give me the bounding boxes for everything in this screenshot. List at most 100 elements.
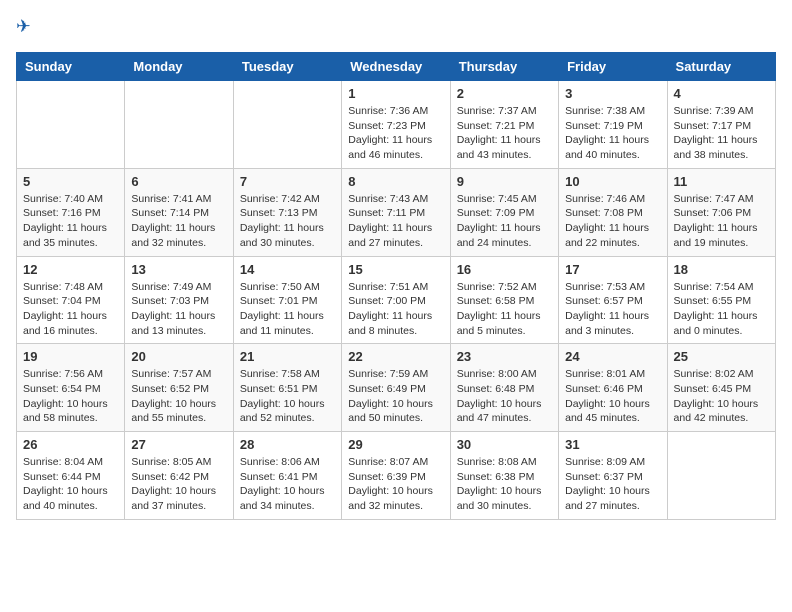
calendar-cell (667, 432, 775, 520)
calendar-cell: 17Sunrise: 7:53 AM Sunset: 6:57 PM Dayli… (559, 256, 667, 344)
calendar-cell: 6 Sunrise: 7:41 AM Sunset: 7:14 PM Daylig… (125, 168, 233, 256)
calendar-cell: 23 Sunrise: 8:00 AM Sunset: 6:48 PM Dayli… (450, 344, 558, 432)
calendar-cell: 2 Sunrise: 7:37 AM Sunset: 7:21 PM Daylig… (450, 81, 558, 169)
day-number: 31 (565, 437, 660, 452)
calendar-cell: 5Sunrise: 7:40 AM Sunset: 7:16 PM Daylig… (17, 168, 125, 256)
calendar-cell: 20 Sunrise: 7:57 AM Sunset: 6:52 PM Dayli… (125, 344, 233, 432)
day-number: 15 (348, 262, 443, 277)
day-header-friday: Friday (559, 53, 667, 81)
day-info: Sunrise: 7:38 AM Sunset: 7:19 PM Dayligh… (565, 104, 660, 163)
day-number: 19 (23, 349, 118, 364)
calendar-cell: 29 Sunrise: 8:07 AM Sunset: 6:39 PM Dayli… (342, 432, 450, 520)
calendar-cell (233, 81, 341, 169)
calendar-table: SundayMondayTuesdayWednesdayThursdayFrid… (16, 52, 776, 520)
day-info: Sunrise: 8:07 AM Sunset: 6:39 PM Dayligh… (348, 455, 443, 514)
calendar-cell: 28Sunrise: 8:06 AM Sunset: 6:41 PM Dayli… (233, 432, 341, 520)
day-info: Sunrise: 8:01 AM Sunset: 6:46 PM Dayligh… (565, 367, 660, 426)
day-number: 20 (131, 349, 226, 364)
calendar-week-3: 12 Sunrise: 7:48 AM Sunset: 7:04 PM Dayli… (17, 256, 776, 344)
day-number: 25 (674, 349, 769, 364)
calendar-cell: 22 Sunrise: 7:59 AM Sunset: 6:49 PM Dayli… (342, 344, 450, 432)
day-info: Sunrise: 7:47 AM Sunset: 7:06 PM Dayligh… (674, 192, 769, 251)
calendar-week-4: 19 Sunrise: 7:56 AM Sunset: 6:54 PM Dayli… (17, 344, 776, 432)
svg-text:✈: ✈ (16, 16, 31, 36)
calendar-cell: 19 Sunrise: 7:56 AM Sunset: 6:54 PM Dayli… (17, 344, 125, 432)
day-number: 29 (348, 437, 443, 452)
day-header-wednesday: Wednesday (342, 53, 450, 81)
calendar-cell: 9Sunrise: 7:45 AM Sunset: 7:09 PM Daylig… (450, 168, 558, 256)
day-info: Sunrise: 7:46 AM Sunset: 7:08 PM Dayligh… (565, 192, 660, 251)
calendar-cell: 11 Sunrise: 7:47 AM Sunset: 7:06 PM Dayli… (667, 168, 775, 256)
day-number: 11 (674, 174, 769, 189)
day-header-sunday: Sunday (17, 53, 125, 81)
calendar-cell (17, 81, 125, 169)
day-number: 2 (457, 86, 552, 101)
day-number: 21 (240, 349, 335, 364)
calendar-cell: 15 Sunrise: 7:51 AM Sunset: 7:00 PM Dayli… (342, 256, 450, 344)
day-info: Sunrise: 7:52 AM Sunset: 6:58 PM Dayligh… (457, 280, 552, 339)
day-number: 8 (348, 174, 443, 189)
calendar-cell (125, 81, 233, 169)
day-info: Sunrise: 7:51 AM Sunset: 7:00 PM Dayligh… (348, 280, 443, 339)
day-number: 10 (565, 174, 660, 189)
day-info: Sunrise: 7:36 AM Sunset: 7:23 PM Dayligh… (348, 104, 443, 163)
calendar-cell: 21 Sunrise: 7:58 AM Sunset: 6:51 PM Dayli… (233, 344, 341, 432)
calendar-cell: 25 Sunrise: 8:02 AM Sunset: 6:45 PM Dayli… (667, 344, 775, 432)
day-number: 16 (457, 262, 552, 277)
calendar-cell: 4Sunrise: 7:39 AM Sunset: 7:17 PM Daylig… (667, 81, 775, 169)
day-info: Sunrise: 7:54 AM Sunset: 6:55 PM Dayligh… (674, 280, 769, 339)
day-info: Sunrise: 7:57 AM Sunset: 6:52 PM Dayligh… (131, 367, 226, 426)
day-info: Sunrise: 8:00 AM Sunset: 6:48 PM Dayligh… (457, 367, 552, 426)
day-info: Sunrise: 7:59 AM Sunset: 6:49 PM Dayligh… (348, 367, 443, 426)
calendar-week-1: 1 Sunrise: 7:36 AM Sunset: 7:23 PM Daylig… (17, 81, 776, 169)
day-info: Sunrise: 8:04 AM Sunset: 6:44 PM Dayligh… (23, 455, 118, 514)
day-info: Sunrise: 7:41 AM Sunset: 7:14 PM Dayligh… (131, 192, 226, 251)
calendar-cell: 1 Sunrise: 7:36 AM Sunset: 7:23 PM Daylig… (342, 81, 450, 169)
day-number: 24 (565, 349, 660, 364)
day-number: 13 (131, 262, 226, 277)
calendar-week-2: 5Sunrise: 7:40 AM Sunset: 7:16 PM Daylig… (17, 168, 776, 256)
calendar-cell: 18Sunrise: 7:54 AM Sunset: 6:55 PM Dayli… (667, 256, 775, 344)
day-number: 7 (240, 174, 335, 189)
calendar-cell: 12 Sunrise: 7:48 AM Sunset: 7:04 PM Dayli… (17, 256, 125, 344)
logo-icon: ✈ (16, 16, 40, 40)
calendar-cell: 14 Sunrise: 7:50 AM Sunset: 7:01 PM Dayli… (233, 256, 341, 344)
day-info: Sunrise: 7:37 AM Sunset: 7:21 PM Dayligh… (457, 104, 552, 163)
day-number: 1 (348, 86, 443, 101)
calendar-body: 1 Sunrise: 7:36 AM Sunset: 7:23 PM Daylig… (17, 81, 776, 520)
day-number: 14 (240, 262, 335, 277)
day-header-thursday: Thursday (450, 53, 558, 81)
calendar-week-5: 26 Sunrise: 8:04 AM Sunset: 6:44 PM Dayli… (17, 432, 776, 520)
day-info: Sunrise: 8:05 AM Sunset: 6:42 PM Dayligh… (131, 455, 226, 514)
calendar-cell: 24 Sunrise: 8:01 AM Sunset: 6:46 PM Dayli… (559, 344, 667, 432)
day-info: Sunrise: 7:43 AM Sunset: 7:11 PM Dayligh… (348, 192, 443, 251)
page-header: ✈ (16, 16, 776, 40)
day-number: 22 (348, 349, 443, 364)
day-info: Sunrise: 7:50 AM Sunset: 7:01 PM Dayligh… (240, 280, 335, 339)
day-info: Sunrise: 7:39 AM Sunset: 7:17 PM Dayligh… (674, 104, 769, 163)
calendar-cell: 7Sunrise: 7:42 AM Sunset: 7:13 PM Daylig… (233, 168, 341, 256)
calendar-cell: 30Sunrise: 8:08 AM Sunset: 6:38 PM Dayli… (450, 432, 558, 520)
day-number: 12 (23, 262, 118, 277)
day-number: 6 (131, 174, 226, 189)
calendar-cell: 16 Sunrise: 7:52 AM Sunset: 6:58 PM Dayli… (450, 256, 558, 344)
day-number: 28 (240, 437, 335, 452)
day-number: 26 (23, 437, 118, 452)
calendar-cell: 26 Sunrise: 8:04 AM Sunset: 6:44 PM Dayli… (17, 432, 125, 520)
calendar-cell: 13Sunrise: 7:49 AM Sunset: 7:03 PM Dayli… (125, 256, 233, 344)
day-info: Sunrise: 7:56 AM Sunset: 6:54 PM Dayligh… (23, 367, 118, 426)
calendar-cell: 8 Sunrise: 7:43 AM Sunset: 7:11 PM Daylig… (342, 168, 450, 256)
calendar-cell: 3 Sunrise: 7:38 AM Sunset: 7:19 PM Daylig… (559, 81, 667, 169)
calendar-cell: 27Sunrise: 8:05 AM Sunset: 6:42 PM Dayli… (125, 432, 233, 520)
day-info: Sunrise: 8:02 AM Sunset: 6:45 PM Dayligh… (674, 367, 769, 426)
calendar-cell: 10 Sunrise: 7:46 AM Sunset: 7:08 PM Dayli… (559, 168, 667, 256)
day-number: 3 (565, 86, 660, 101)
day-header-tuesday: Tuesday (233, 53, 341, 81)
day-number: 23 (457, 349, 552, 364)
day-info: Sunrise: 7:48 AM Sunset: 7:04 PM Dayligh… (23, 280, 118, 339)
day-info: Sunrise: 7:58 AM Sunset: 6:51 PM Dayligh… (240, 367, 335, 426)
day-number: 9 (457, 174, 552, 189)
day-info: Sunrise: 7:40 AM Sunset: 7:16 PM Dayligh… (23, 192, 118, 251)
day-info: Sunrise: 7:53 AM Sunset: 6:57 PM Dayligh… (565, 280, 660, 339)
calendar-header-row: SundayMondayTuesdayWednesdayThursdayFrid… (17, 53, 776, 81)
